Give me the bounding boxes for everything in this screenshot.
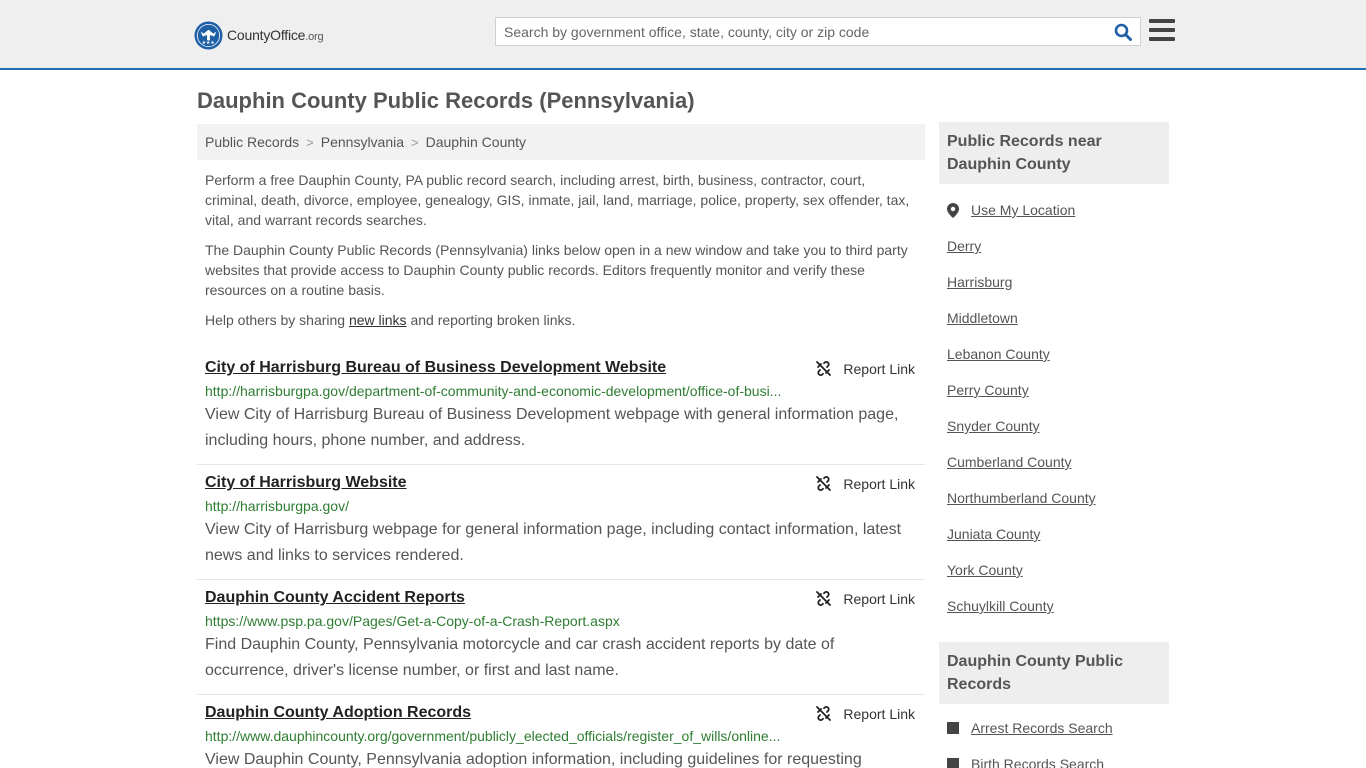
page-title: Dauphin County Public Records (Pennsylva… — [197, 88, 695, 113]
record-url[interactable]: http://harrisburgpa.gov/department-of-co… — [205, 383, 917, 399]
county-records-section: Dauphin County Public Records Arrest Rec… — [939, 642, 1169, 768]
nearby-link-juniata-county[interactable]: Juniata County — [947, 526, 1040, 542]
nearby-link-derry[interactable]: Derry — [947, 238, 981, 254]
nearby-list: Use My Location Derry Harrisburg Middlet… — [939, 192, 1169, 624]
birth-records-link[interactable]: Birth Records Search — [971, 756, 1104, 768]
nearby-link-harrisburg[interactable]: Harrisburg — [947, 274, 1012, 290]
search-icon — [1114, 23, 1132, 41]
county-records-heading: Dauphin County Public Records — [939, 642, 1169, 704]
report-link-label: Report Link — [843, 705, 915, 722]
menu-bar — [1149, 28, 1175, 32]
use-location-item: Use My Location — [947, 192, 1161, 228]
record-description: Find Dauphin County, Pennsylvania motorc… — [205, 636, 835, 679]
breadcrumb-public-records[interactable]: Public Records — [205, 134, 299, 150]
record-title-link[interactable]: City of Harrisburg Bureau of Business De… — [205, 358, 666, 378]
arrest-records-icon — [947, 722, 959, 734]
sidebar: Public Records near Dauphin County Use M… — [939, 122, 1169, 768]
report-link-button[interactable]: Report Link — [815, 590, 915, 607]
search-button[interactable] — [1106, 18, 1140, 45]
record-item: Dauphin County Accident Reports Report L… — [197, 580, 925, 695]
records-list: City of Harrisburg Bureau of Business De… — [197, 350, 925, 768]
breadcrumb-pennsylvania[interactable]: Pennsylvania — [321, 134, 404, 150]
nearby-item: Derry — [947, 228, 1161, 264]
nearby-link-snyder-county[interactable]: Snyder County — [947, 418, 1040, 434]
arrest-records-link[interactable]: Arrest Records Search — [971, 720, 1113, 736]
nearby-heading: Public Records near Dauphin County — [939, 122, 1169, 184]
report-link-label: Report Link — [843, 475, 915, 492]
use-my-location-link[interactable]: Use My Location — [971, 202, 1075, 218]
record-title-link[interactable]: City of Harrisburg Website — [205, 473, 407, 493]
record-title-link[interactable]: Dauphin County Adoption Records — [205, 703, 471, 723]
new-links-link[interactable]: new links — [349, 312, 407, 328]
search-box — [495, 17, 1141, 46]
county-seal-icon: ★★★ — [194, 20, 223, 50]
search-input[interactable] — [496, 18, 1106, 45]
nearby-item: Juniata County — [947, 516, 1161, 552]
hamburger-menu-button[interactable] — [1149, 19, 1175, 43]
broken-link-icon — [816, 591, 832, 606]
nearby-item: Snyder County — [947, 408, 1161, 444]
nearby-item: Middletown — [947, 300, 1161, 336]
logo-text: CountyOffice.org — [227, 27, 324, 43]
nearby-link-cumberland-county[interactable]: Cumberland County — [947, 454, 1072, 470]
record-description: View Dauphin County, Pennsylvania adopti… — [205, 751, 862, 768]
nearby-item: Schuylkill County — [947, 588, 1161, 624]
report-link-button[interactable]: Report Link — [815, 360, 915, 377]
nearby-link-middletown[interactable]: Middletown — [947, 310, 1018, 326]
intro-text: Perform a free Dauphin County, PA public… — [197, 170, 925, 330]
menu-bar — [1149, 37, 1175, 41]
record-description: View City of Harrisburg Bureau of Busine… — [205, 406, 899, 449]
nearby-link-lebanon-county[interactable]: Lebanon County — [947, 346, 1050, 362]
report-link-button[interactable]: Report Link — [815, 705, 915, 722]
nearby-item: Perry County — [947, 372, 1161, 408]
top-header: ★★★ CountyOffice.org — [0, 0, 1366, 70]
nearby-item: Northumberland County — [947, 480, 1161, 516]
intro-paragraph: Perform a free Dauphin County, PA public… — [205, 172, 910, 228]
nearby-link-york-county[interactable]: York County — [947, 562, 1023, 578]
breadcrumb-dauphin-county[interactable]: Dauphin County — [426, 134, 526, 150]
report-link-label: Report Link — [843, 590, 915, 607]
breadcrumb: Public Records > Pennsylvania > Dauphin … — [197, 124, 925, 160]
nearby-section: Public Records near Dauphin County Use M… — [939, 122, 1169, 624]
record-url[interactable]: https://www.psp.pa.gov/Pages/Get-a-Copy-… — [205, 613, 917, 629]
record-title-link[interactable]: Dauphin County Accident Reports — [205, 588, 465, 608]
record-url[interactable]: http://www.dauphincounty.org/government/… — [205, 728, 917, 744]
map-pin-icon — [947, 202, 961, 218]
nearby-item: Harrisburg — [947, 264, 1161, 300]
nearby-link-perry-county[interactable]: Perry County — [947, 382, 1029, 398]
report-link-label: Report Link — [843, 360, 915, 377]
svg-text:★★★: ★★★ — [202, 40, 216, 46]
broken-link-icon — [816, 361, 832, 376]
share-paragraph: Help others by sharing new links and rep… — [205, 312, 576, 328]
record-description: View City of Harrisburg webpage for gene… — [205, 521, 902, 564]
birth-records-icon — [947, 758, 959, 768]
breadcrumb-separator: > — [306, 134, 314, 150]
record-item: City of Harrisburg Website Report Link h… — [197, 465, 925, 580]
nearby-link-northumberland-county[interactable]: Northumberland County — [947, 490, 1096, 506]
record-item: Dauphin County Adoption Records Report L… — [197, 695, 925, 768]
nearby-item: York County — [947, 552, 1161, 588]
broken-link-icon — [816, 706, 832, 721]
record-url[interactable]: http://harrisburgpa.gov/ — [205, 498, 917, 514]
menu-bar — [1149, 19, 1175, 23]
county-records-item: Birth Records Search — [947, 746, 1161, 768]
nearby-item: Lebanon County — [947, 336, 1161, 372]
county-records-item: Arrest Records Search — [947, 710, 1161, 746]
report-link-button[interactable]: Report Link — [815, 475, 915, 492]
breadcrumb-separator: > — [411, 134, 419, 150]
nearby-link-schuylkill-county[interactable]: Schuylkill County — [947, 598, 1054, 614]
county-records-list: Arrest Records Search Birth Records Sear… — [939, 710, 1169, 768]
nearby-item: Cumberland County — [947, 444, 1161, 480]
record-item: City of Harrisburg Bureau of Business De… — [197, 350, 925, 465]
broken-link-icon — [816, 476, 832, 491]
main-content: Public Records > Pennsylvania > Dauphin … — [197, 124, 925, 768]
site-logo[interactable]: ★★★ CountyOffice.org — [194, 20, 324, 50]
intro-paragraph: The Dauphin County Public Records (Penns… — [205, 242, 908, 298]
